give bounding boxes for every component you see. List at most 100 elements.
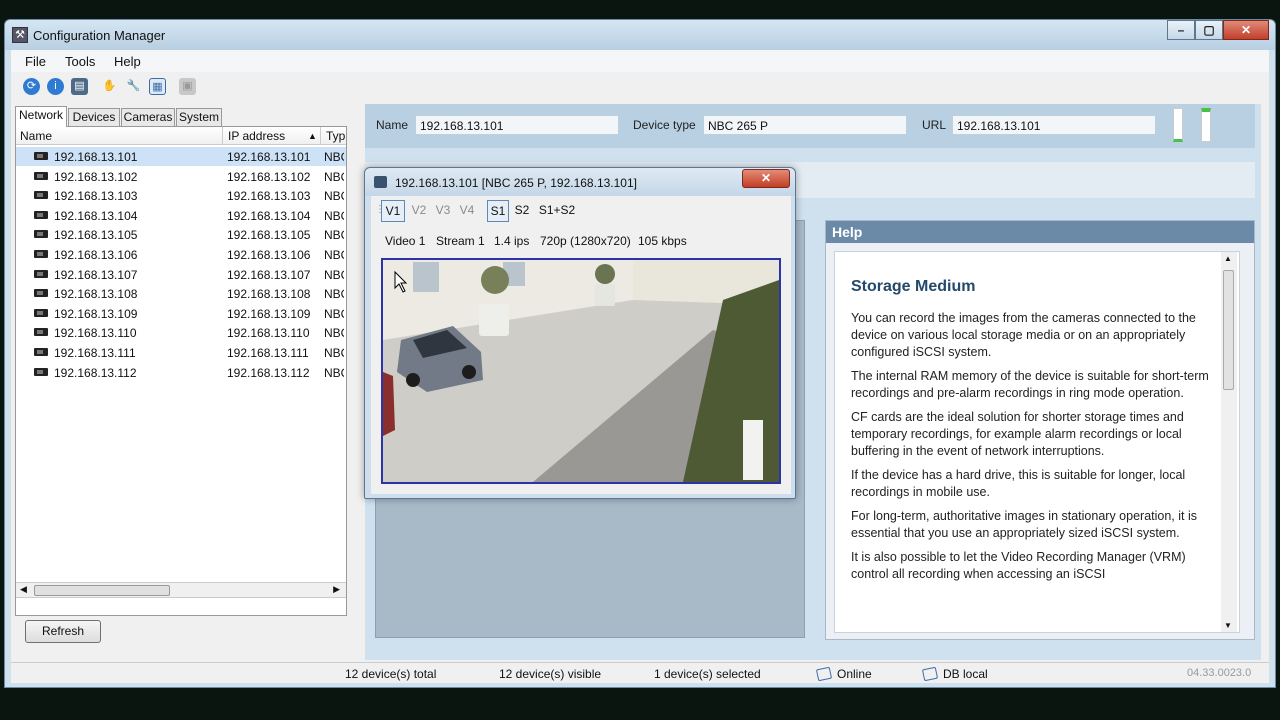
popup-content: ⋮ V1 V2 V3 V4 S1 S2 S1+S2 Video 1 Stream… [371, 196, 791, 494]
video-2-button: V2 [411, 203, 427, 217]
camera-device-icon [34, 289, 48, 298]
version-label: 04.33.0023.0 [1187, 667, 1252, 679]
help-paragraph: You can record the images from the camer… [851, 311, 1196, 359]
save-icon[interactable]: ▤ [71, 78, 88, 95]
table-row[interactable]: 192.168.13.111 192.168.13.111 NBC [16, 343, 346, 362]
stream-both-button[interactable]: S1+S2 [537, 200, 577, 222]
maximize-button[interactable]: ▢ [1195, 20, 1223, 40]
device-type-cell: NBC [324, 208, 344, 223]
scroll-right-icon[interactable]: ▶ [333, 584, 340, 595]
device-type-cell: NBC [324, 326, 344, 341]
bitrate-label: 105 kbps [638, 234, 687, 248]
table-row[interactable]: 192.168.13.104 192.168.13.104 NBC [16, 206, 346, 225]
app-icon: ⚒ [12, 27, 28, 43]
url-field[interactable]: 192.168.13.101 [952, 115, 1156, 135]
tab-network[interactable]: Network [15, 106, 67, 127]
device-list[interactable]: Name IP address ▲ Typ 192.168.13.101 192.… [15, 126, 347, 616]
menu-file[interactable]: File [25, 54, 46, 69]
device-name-cell: 192.168.13.112 [54, 365, 137, 380]
wrench-icon[interactable]: 🔧 [125, 78, 142, 95]
info-icon[interactable]: i [47, 78, 64, 95]
framerate-label: 1.4 ips [494, 234, 530, 248]
stream-1-button[interactable]: S1 [487, 200, 509, 222]
device-ip-cell: 192.168.13.102 [227, 169, 311, 184]
tab-devices[interactable]: Devices [68, 108, 120, 126]
live-video-image[interactable] [381, 258, 781, 484]
help-scrollbar-thumb[interactable] [1223, 270, 1234, 390]
device-info-bar: Name 192.168.13.101 Device type NBC 265 … [365, 104, 1255, 148]
name-field[interactable]: 192.168.13.101 [415, 115, 619, 135]
camera-device-icon [34, 152, 48, 160]
minimize-button[interactable]: – [1167, 20, 1195, 40]
column-name[interactable]: Name [20, 129, 52, 143]
horizontal-scrollbar[interactable]: ◀ ▶ [16, 582, 346, 598]
table-row[interactable]: 192.168.13.110 192.168.13.110 NBC [16, 323, 346, 342]
column-type[interactable]: Typ [326, 129, 345, 143]
video-1-button[interactable]: V1 [381, 200, 405, 222]
camera-scene-image [383, 260, 779, 482]
status-bar: 12 device(s) total 12 device(s) visible … [11, 662, 1269, 683]
camera-window-icon [374, 176, 387, 188]
menu-tools[interactable]: Tools [65, 54, 95, 69]
scrollbar-thumb[interactable] [34, 585, 170, 596]
toolbar: ⟳ i ▤ ✋ 🔧 ▦ ▣ [11, 74, 1269, 100]
status-online: Online [815, 666, 872, 682]
camera-device-icon [34, 269, 48, 278]
help-paragraph: CF cards are the ideal solution for shor… [851, 410, 1184, 458]
status-db: DB local [921, 666, 988, 682]
list-header: Name IP address ▲ Typ [16, 127, 346, 145]
help-content: Storage Medium You can record the images… [834, 251, 1240, 633]
help-title: Storage Medium [851, 278, 976, 295]
device-ip-cell: 192.168.13.112 [227, 365, 310, 380]
stream-2-button[interactable]: S2 [511, 200, 533, 222]
device-ip-cell: 192.168.13.106 [227, 248, 311, 262]
menu-help[interactable]: Help [114, 54, 141, 69]
hand-icon[interactable]: ✋ [101, 78, 118, 95]
device-ip-cell: 192.168.13.105 [227, 228, 311, 243]
popup-title: 192.168.13.101 [NBC 265 P, 192.168.13.10… [395, 176, 637, 190]
table-row[interactable]: 192.168.13.112 192.168.13.112 NBC [16, 363, 346, 382]
table-row[interactable]: 192.168.13.106 192.168.13.106 NBC [16, 245, 346, 264]
video-3-button: V3 [435, 203, 451, 217]
device-name-cell: 192.168.13.109 [54, 306, 138, 321]
scroll-down-icon[interactable]: ▼ [1224, 621, 1232, 630]
camera-device-icon [34, 191, 48, 200]
table-row[interactable]: 192.168.13.107 192.168.13.107 NBC [16, 265, 346, 284]
scroll-up-icon[interactable]: ▲ [1224, 254, 1232, 263]
status-visible: 12 device(s) visible [499, 667, 602, 681]
table-row[interactable]: 192.168.13.108 192.168.13.108 NBC [16, 284, 346, 303]
scroll-left-icon[interactable]: ◀ [20, 584, 27, 595]
tab-cameras[interactable]: Cameras [121, 108, 175, 126]
camera-device-icon [34, 250, 48, 258]
column-ip[interactable]: IP address [228, 129, 285, 143]
tab-system[interactable]: System [176, 108, 222, 126]
table-row[interactable]: 192.168.13.102 192.168.13.102 NBC [16, 167, 346, 186]
table-row[interactable]: 192.168.13.103 192.168.13.103 NBC [16, 186, 346, 205]
close-button[interactable]: ✕ [1223, 20, 1269, 40]
device-name-cell: 192.168.13.110 [54, 326, 137, 341]
camera-device-icon [34, 348, 48, 356]
device-type-field[interactable]: NBC 265 P [703, 115, 907, 135]
device-type-cell: NBC [324, 248, 344, 262]
online-icon [815, 666, 833, 682]
popup-close-button[interactable]: ✕ [742, 169, 790, 188]
recording-led-icon [1201, 108, 1211, 142]
title-bar[interactable]: ⚒ Configuration Manager – ▢ ✕ [5, 20, 1275, 50]
video-label: Video 1 [385, 234, 426, 248]
table-row[interactable]: 192.168.13.101 192.168.13.101 NBC [16, 147, 346, 166]
device-name-cell: 192.168.13.104 [54, 208, 138, 223]
table-row[interactable]: 192.168.13.109 192.168.13.109 NBC [16, 304, 346, 323]
disk-icon: ▣ [179, 78, 196, 95]
help-scrollbar[interactable]: ▲ ▼ [1221, 252, 1237, 632]
table-row[interactable]: 192.168.13.105 192.168.13.105 NBC [16, 225, 346, 244]
scan-icon[interactable]: ⟳ [23, 78, 40, 95]
help-paragraph: The internal RAM memory of the device is… [851, 369, 1209, 400]
device-ip-cell: 192.168.13.101 [227, 150, 311, 164]
refresh-button[interactable]: Refresh [25, 620, 101, 643]
device-name-cell: 192.168.13.101 [54, 150, 138, 164]
camera-device-icon [34, 210, 48, 219]
status-total: 12 device(s) total [345, 667, 437, 681]
popup-title-bar[interactable]: 192.168.13.101 [NBC 265 P, 192.168.13.10… [365, 168, 795, 196]
table-icon[interactable]: ▦ [149, 78, 166, 95]
help-paragraph: If the device has a hard drive, this is … [851, 468, 1186, 499]
